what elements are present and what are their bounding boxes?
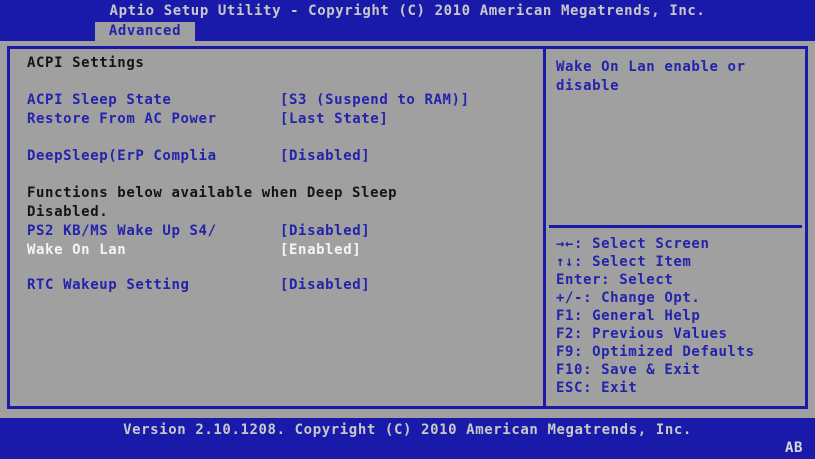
hotkey-f10-save-exit: F10: Save & Exit xyxy=(556,362,701,378)
hotkey-enter-select: Enter: Select xyxy=(556,272,674,288)
menu-bar: Advanced xyxy=(0,22,815,41)
note-text-line2: Disabled. xyxy=(27,204,109,220)
status-bar: Version 2.10.1208. Copyright (C) 2010 Am… xyxy=(0,418,815,459)
hotkey-change-opt: +/-: Change Opt. xyxy=(556,290,701,306)
setting-label: RTC Wakeup Setting xyxy=(27,277,190,293)
bios-setup-screen: Aptio Setup Utility - Copyright (C) 2010… xyxy=(0,0,815,459)
hotkey-f9-defaults: F9: Optimized Defaults xyxy=(556,344,755,360)
section-title: ACPI Settings xyxy=(27,55,145,71)
setting-label: Wake On Lan xyxy=(27,242,127,258)
setting-label: ACPI Sleep State xyxy=(27,92,172,108)
hotkey-esc-exit: ESC: Exit xyxy=(556,380,638,396)
setting-label: PS2 KB/MS Wake Up S4/ xyxy=(27,223,217,239)
setting-label: DeepSleep(ErP Complia xyxy=(27,148,217,164)
hotkey-legend: →←: Select Screen ↑↓: Select Item Enter:… xyxy=(546,228,805,397)
main-area: ACPI Settings ACPI Sleep State [S3 (Susp… xyxy=(7,46,808,409)
help-panel: Wake On Lan enable or disable →←: Select… xyxy=(546,49,805,406)
note-text-line1: Functions below available when Deep Slee… xyxy=(27,185,398,201)
hotkey-f2-previous: F2: Previous Values xyxy=(556,326,728,342)
setting-ps2-kbms-wake-up[interactable]: PS2 KB/MS Wake Up S4/ [Disabled] xyxy=(27,222,537,241)
setting-rtc-wakeup[interactable]: RTC Wakeup Setting [Disabled] xyxy=(27,276,537,295)
setting-acpi-sleep-state[interactable]: ACPI Sleep State [S3 (Suspend to RAM)] xyxy=(27,91,537,110)
hotkey-f1-help: F1: General Help xyxy=(556,308,701,324)
hotkey-select-screen: →←: Select Screen xyxy=(556,236,710,252)
setting-wake-on-lan[interactable]: Wake On Lan [Enabled] xyxy=(27,241,537,260)
title-bar: Aptio Setup Utility - Copyright (C) 2010… xyxy=(0,0,815,22)
build-id: AB xyxy=(784,440,803,456)
setting-value: [Disabled] xyxy=(280,277,371,293)
setting-value: [Enabled] xyxy=(280,242,362,258)
setting-value: [Last State] xyxy=(280,111,389,127)
tab-advanced[interactable]: Advanced xyxy=(95,22,195,41)
version-text: Version 2.10.1208. Copyright (C) 2010 Am… xyxy=(123,422,692,438)
setting-value: [Disabled] xyxy=(280,223,371,239)
setting-label: Restore From AC Power xyxy=(27,111,217,127)
app-title: Aptio Setup Utility - Copyright (C) 2010… xyxy=(109,3,706,19)
setting-value: [Disabled] xyxy=(280,148,371,164)
item-help-text: Wake On Lan enable or disable xyxy=(556,59,746,94)
setting-deepsleep-erp[interactable]: DeepSleep(ErP Complia [Disabled] xyxy=(27,147,537,166)
setting-value: [S3 (Suspend to RAM)] xyxy=(280,92,470,108)
hotkey-select-item: ↑↓: Select Item xyxy=(556,254,692,270)
settings-panel: ACPI Settings ACPI Sleep State [S3 (Susp… xyxy=(10,49,543,406)
setting-restore-from-ac-power[interactable]: Restore From AC Power [Last State] xyxy=(27,110,537,129)
